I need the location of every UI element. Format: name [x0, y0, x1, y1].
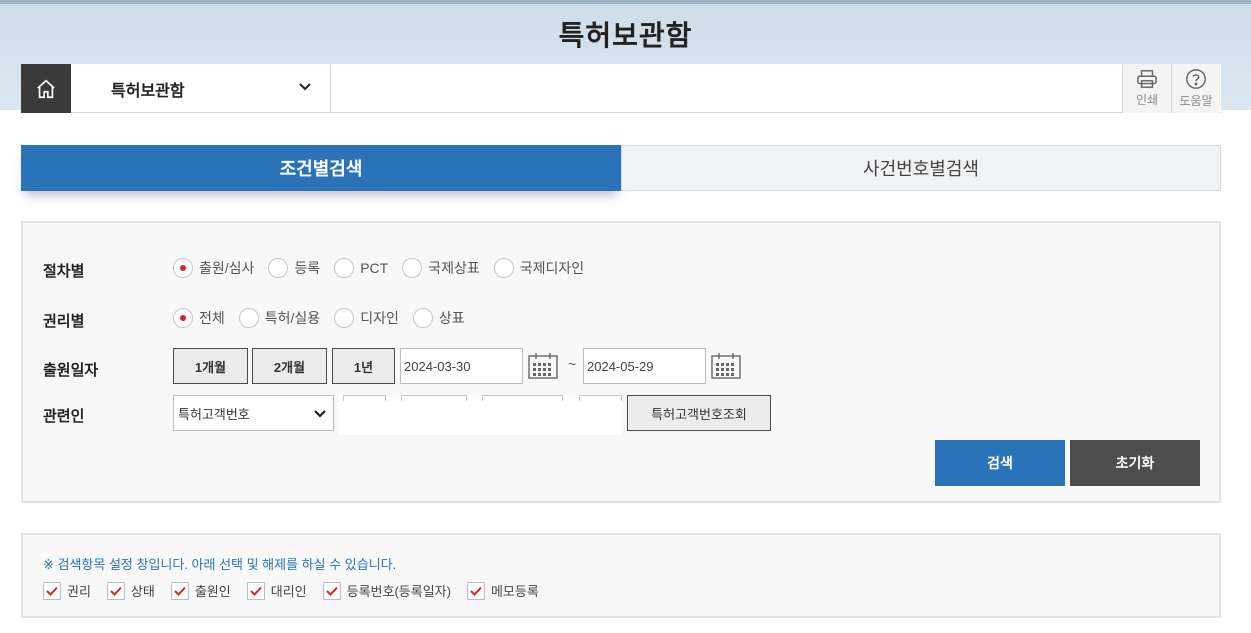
radio-circle: [412, 308, 433, 328]
check-icon: [470, 586, 482, 596]
checkbox-label: 메모등록: [490, 584, 539, 599]
right-radio-4[interactable]: 상표: [412, 308, 465, 328]
procedure-label: 절차별: [43, 263, 85, 280]
item-checkbox-right[interactable]: 권리: [43, 581, 91, 600]
tab-condition-search[interactable]: 조건별검색: [21, 145, 621, 191]
date-label: 출원일자: [43, 362, 99, 379]
chevron-down-icon: [314, 410, 326, 418]
checkbox-box: [43, 581, 61, 600]
period-1-month-button[interactable]: 1개월: [173, 348, 248, 384]
home-icon: [37, 79, 55, 98]
checkbox-label: 권리: [67, 584, 91, 599]
related-type-select[interactable]: 특허고객번호: [173, 395, 334, 431]
procedure-radio-1[interactable]: 출원/심사: [173, 258, 254, 278]
radio-circle: [334, 258, 355, 278]
print-label: 인쇄: [1135, 93, 1159, 107]
item-checkbox-memo[interactable]: 메모등록: [466, 581, 539, 600]
input-segment: [401, 395, 467, 401]
procedure-radio-2[interactable]: 등록: [268, 258, 320, 278]
related-label: 관련인: [43, 408, 85, 425]
radio-circle: [238, 308, 259, 328]
checkbox-label: 출원인: [194, 584, 231, 599]
search-items-panel: ※ 검색항목 설정 창입니다. 아래 선택 및 해제를 하실 수 있습니다. 권…: [21, 533, 1221, 618]
checkbox-box: [322, 581, 341, 600]
procedure-radio-group: 출원/심사 등록 PCT 국제상표 국제디자인: [173, 258, 598, 278]
search-panel: 절차별 출원/심사 등록 PCT 국제상표 국제디자인 권리별 전체 특허/실용…: [21, 221, 1221, 503]
related-type-value: 특허고객번호: [178, 406, 250, 422]
radio-label: 상표: [438, 310, 465, 326]
radio-circle: [173, 308, 193, 328]
calendar-icon[interactable]: [710, 352, 742, 380]
radio-circle: [493, 258, 514, 278]
radio-circle: [402, 258, 423, 278]
tab-case-number-search[interactable]: 사건번호별검색: [621, 145, 1221, 191]
navbar: 특허보관함 인쇄 도움말: [21, 64, 1221, 113]
calendar-icon[interactable]: [527, 352, 559, 380]
help-button[interactable]: 도움말: [1171, 64, 1220, 113]
radio-circle: [334, 308, 355, 328]
help-label: 도움말: [1179, 94, 1213, 108]
radio-label: 특허/실용: [264, 310, 321, 326]
checkbox-box: [106, 581, 125, 600]
checkbox-box: [246, 581, 265, 600]
check-icon: [250, 586, 262, 596]
check-icon: [46, 586, 58, 596]
checkbox-box: [170, 581, 189, 600]
printer-icon: [1137, 70, 1157, 88]
items-notice: ※ 검색항목 설정 창입니다. 아래 선택 및 해제를 하실 수 있습니다.: [43, 557, 397, 572]
item-checkbox-agent[interactable]: 대리인: [246, 581, 307, 600]
help-icon: [1186, 69, 1206, 89]
check-icon: [110, 586, 122, 596]
menu-dropdown-label: 특허보관함: [111, 82, 185, 100]
print-button[interactable]: 인쇄: [1122, 64, 1171, 113]
input-segment: [579, 395, 622, 401]
top-banner: 특허보관함 특허보관함 인쇄 도움말: [0, 0, 1251, 113]
input-segment: [343, 395, 386, 401]
radio-circle: [268, 258, 289, 278]
reset-button[interactable]: 초기화: [1070, 440, 1200, 486]
period-2-month-button[interactable]: 2개월: [252, 348, 327, 384]
radio-label: 전체: [199, 310, 225, 326]
procedure-radio-5[interactable]: 국제디자인: [493, 258, 585, 278]
checkbox-label: 대리인: [270, 584, 307, 599]
radio-label: 국제상표: [428, 260, 480, 276]
search-button[interactable]: 검색: [935, 440, 1065, 486]
right-radio-group: 전체 특허/실용 디자인 상표: [173, 308, 479, 328]
input-segment: [482, 395, 563, 401]
home-button[interactable]: [21, 64, 71, 113]
date-separator: ~: [568, 356, 577, 372]
date-to-input[interactable]: 2024-05-29: [583, 348, 706, 384]
page-title: 특허보관함: [558, 20, 693, 51]
item-checkbox-registration-number[interactable]: 등록번호(등록일자): [322, 581, 451, 600]
right-radio-3[interactable]: 디자인: [334, 308, 399, 328]
search-tabs: 조건별검색 사건번호별검색: [21, 145, 1221, 191]
customer-number-lookup-button[interactable]: 특허고객번호조회: [627, 395, 771, 431]
radio-circle: [173, 258, 193, 278]
related-number-input[interactable]: [338, 395, 622, 435]
radio-label: 국제디자인: [519, 260, 585, 276]
checkbox-label: 등록번호(등록일자): [346, 584, 451, 599]
date-from-input[interactable]: 2024-03-30: [400, 348, 523, 384]
radio-label: 출원/심사: [199, 260, 255, 276]
items-checkbox-row: 권리 상태 출원인 대리인 등록번호(등록일자) 메모등록: [43, 581, 555, 600]
chevron-down-icon: [299, 83, 311, 91]
checkbox-label: 상태: [130, 584, 155, 599]
procedure-radio-4[interactable]: 국제상표: [402, 258, 480, 278]
radio-label: PCT: [360, 260, 389, 276]
period-1-year-button[interactable]: 1년: [332, 348, 395, 384]
radio-label: 등록: [294, 260, 321, 276]
item-checkbox-status[interactable]: 상태: [106, 581, 155, 600]
menu-dropdown[interactable]: 특허보관함: [71, 64, 331, 113]
item-checkbox-applicant[interactable]: 출원인: [170, 581, 231, 600]
radio-label: 디자인: [360, 310, 399, 326]
right-radio-2[interactable]: 특허/실용: [238, 308, 321, 328]
checkbox-box: [466, 581, 485, 600]
check-icon: [174, 586, 186, 596]
right-label: 권리별: [43, 313, 85, 330]
check-icon: [325, 586, 338, 596]
procedure-radio-3[interactable]: PCT: [334, 258, 388, 278]
right-radio-1[interactable]: 전체: [173, 308, 225, 328]
